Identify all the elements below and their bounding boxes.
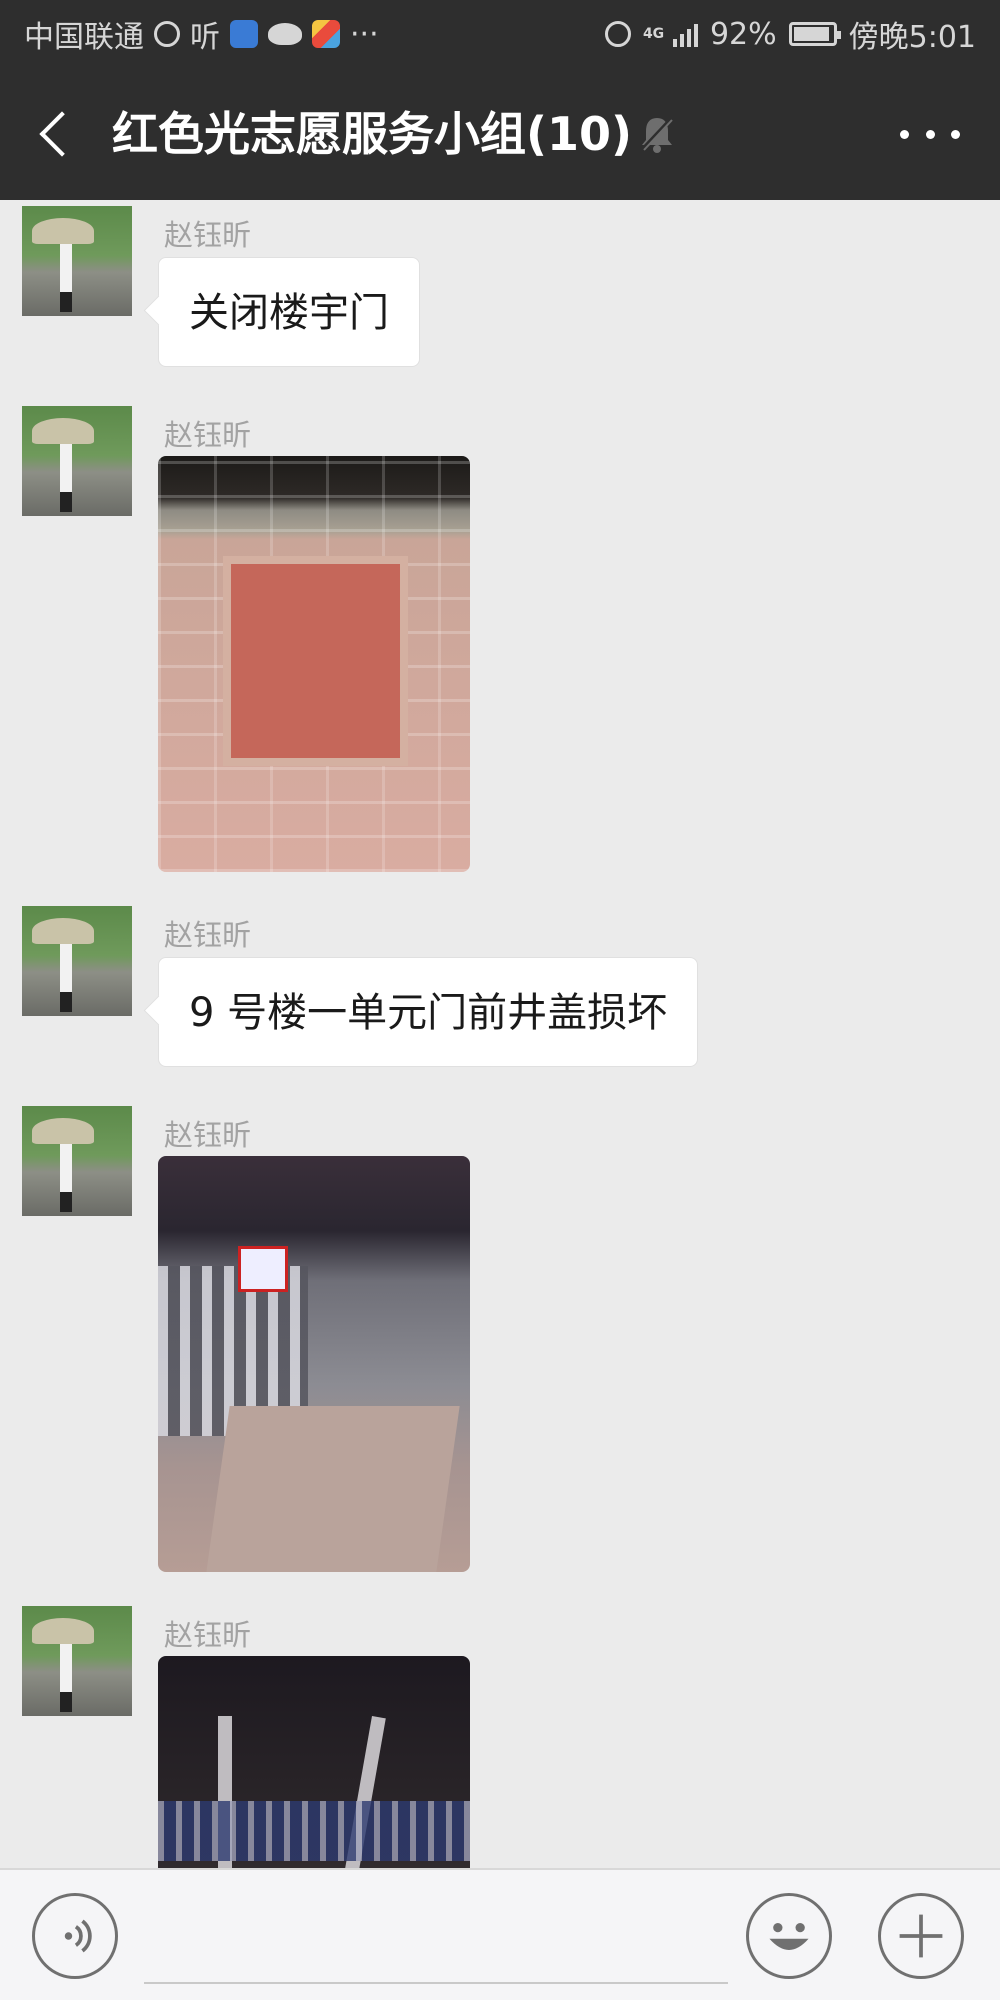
sender-name: 赵钰昕 — [164, 418, 252, 452]
plus-button[interactable] — [878, 1893, 964, 1979]
chat-header: 红色光志愿服务小组(10) — [0, 68, 1000, 200]
avatar[interactable] — [22, 1606, 132, 1716]
back-arrow-icon — [39, 111, 85, 157]
signal-icon — [672, 21, 698, 47]
emoji-icon — [769, 1922, 809, 1950]
night-trees-photo[interactable] — [158, 1656, 470, 1868]
night-path-photo[interactable] — [158, 1156, 470, 1572]
more-dot-icon — [951, 129, 960, 139]
avatar[interactable] — [22, 1106, 132, 1216]
more-notifications-icon: ··· — [350, 16, 379, 52]
avatar[interactable] — [22, 906, 132, 1016]
avatar[interactable] — [22, 406, 132, 516]
plus-icon — [899, 1914, 943, 1958]
voice-button[interactable] — [32, 1893, 118, 1979]
message-list[interactable]: 赵钰昕 关闭楼宇门 赵钰昕 赵钰昕 9 号楼一单元门前井盖损坏 赵钰昕 赵钰昕 — [0, 200, 1000, 1868]
sender-name: 赵钰昕 — [164, 1618, 252, 1652]
more-dot-icon — [925, 129, 935, 139]
huawei-icon — [268, 23, 302, 45]
text-bubble[interactable]: 9 号楼一单元门前井盖损坏 — [158, 957, 699, 1067]
emoji-button[interactable] — [746, 1893, 832, 1979]
carrier-label: 中国联通 — [24, 20, 144, 55]
battery-percent: 92% — [709, 16, 777, 52]
mute-bell-icon — [640, 116, 674, 153]
more-dot-icon — [900, 129, 909, 139]
listen-app-icon: 听 — [190, 20, 220, 55]
sender-name: 赵钰昕 — [164, 218, 252, 252]
chat-screen: 中国联通 听 ··· 4G 92% 傍晚5:01 红色光志愿服务小组(10) 赵… — [0, 0, 1000, 2000]
shield-icon — [230, 20, 258, 48]
status-bar: 中国联通 听 ··· 4G 92% 傍晚5:01 — [0, 0, 1000, 68]
input-bar — [0, 1868, 1000, 2000]
back-button[interactable] — [28, 98, 98, 170]
chat-title: 红色光志愿服务小组(10) — [112, 107, 633, 161]
message-input[interactable] — [144, 1890, 728, 1984]
clock-time: 傍晚5:01 — [848, 20, 976, 55]
alarm-icon — [604, 21, 631, 47]
brick-wall-photo[interactable] — [158, 456, 470, 872]
voice-icon — [64, 1919, 92, 1953]
avatar[interactable] — [22, 206, 132, 316]
weibo-icon — [154, 21, 180, 47]
sender-name: 赵钰昕 — [164, 1118, 252, 1152]
more-button[interactable] — [900, 114, 960, 154]
sender-name: 赵钰昕 — [164, 918, 252, 952]
network-type-label: 4G — [642, 26, 665, 42]
text-bubble[interactable]: 关闭楼宇门 — [158, 257, 420, 367]
app-notification-icon — [312, 20, 340, 48]
battery-icon — [788, 22, 841, 46]
